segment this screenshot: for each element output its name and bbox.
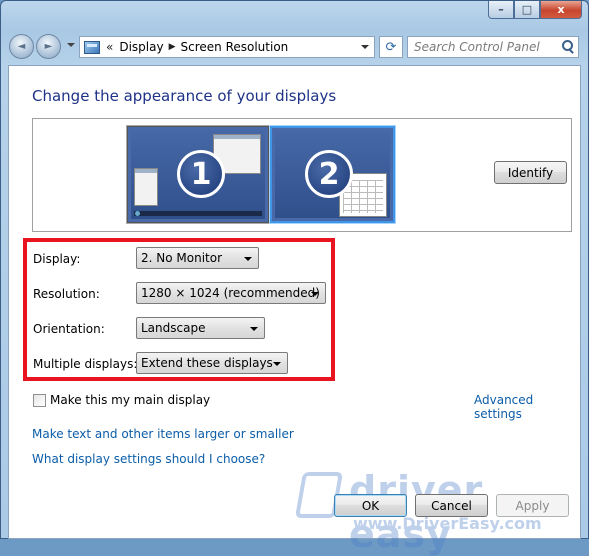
ok-label: OK [361, 498, 380, 513]
multiple-displays-select-value: Extend these displays [141, 356, 273, 370]
back-arrow-icon: ◄ [17, 41, 26, 52]
back-button[interactable]: ◄ [9, 34, 34, 59]
minimize-button[interactable]: – [488, 1, 514, 19]
ok-button[interactable]: OK [334, 494, 407, 517]
forward-arrow-icon: ► [44, 41, 53, 52]
maximize-icon: □ [521, 3, 533, 16]
address-overflow-chevron[interactable]: « [106, 40, 113, 54]
search-box[interactable]: Search Control Panel [407, 36, 579, 58]
display-preview: 1 2 Identify [32, 118, 572, 232]
monitor-2-number: 2 [305, 150, 353, 198]
monitor-2-desktop: 2 [275, 131, 390, 218]
address-dropdown-icon[interactable] [356, 37, 374, 57]
mini-taskbar [134, 211, 262, 216]
advanced-settings-link[interactable]: Advanced settings [474, 393, 580, 421]
maximize-button[interactable]: □ [514, 1, 540, 19]
display-select-value: 2. No Monitor [141, 251, 223, 265]
main-display-checkbox[interactable] [33, 394, 46, 407]
minimize-icon: – [498, 3, 504, 16]
text-size-link[interactable]: Make text and other items larger or smal… [32, 427, 294, 441]
apply-label: Apply [515, 498, 550, 513]
monitor-1[interactable]: 1 [126, 125, 270, 224]
orientation-select[interactable]: Landscape [136, 317, 265, 339]
display-help-link[interactable]: What display settings should I choose? [32, 452, 265, 466]
cancel-label: Cancel [431, 498, 472, 513]
close-icon: x [557, 3, 565, 16]
refresh-button[interactable]: ⟳ [379, 36, 403, 58]
apply-button[interactable]: Apply [496, 494, 569, 517]
monitor-1-number: 1 [177, 150, 225, 198]
chevron-down-icon [244, 257, 252, 261]
search-input[interactable]: Search Control Panel [414, 40, 558, 54]
monitor-2[interactable]: 2 [270, 126, 395, 223]
monitor-1-desktop: 1 [131, 130, 265, 219]
resolution-select[interactable]: 1280 × 1024 (recommended) [136, 282, 326, 304]
forward-button[interactable]: ► [36, 34, 61, 59]
start-orb-icon [135, 211, 140, 216]
main-display-label[interactable]: Make this my main display [50, 393, 210, 407]
display-label: Display: [33, 252, 81, 266]
identify-button[interactable]: Identify [494, 161, 567, 184]
breadcrumb-display[interactable]: Display [119, 40, 163, 54]
recent-pages-dropdown[interactable] [67, 43, 75, 47]
orientation-select-value: Landscape [141, 321, 206, 335]
mini-sidebar-icon [134, 168, 158, 206]
content-pane: Change the appearance of your displays 1… [8, 65, 581, 556]
caption-buttons: – □ x [488, 1, 582, 19]
chevron-down-icon [273, 362, 281, 366]
address-bar[interactable]: « Display ▶ Screen Resolution [79, 36, 375, 58]
breadcrumb-screen-resolution[interactable]: Screen Resolution [181, 40, 289, 54]
resolution-select-value: 1280 × 1024 (recommended) [141, 286, 320, 300]
screen-resolution-window: – □ x ◄ ► « Display ▶ Screen Resolution … [0, 0, 589, 556]
orientation-label: Orientation: [33, 322, 105, 336]
refresh-icon: ⟳ [385, 39, 397, 55]
multiple-displays-label: Multiple displays: [33, 357, 138, 371]
chevron-down-icon [250, 327, 258, 331]
page-title: Change the appearance of your displays [32, 87, 337, 105]
display-select[interactable]: 2. No Monitor [136, 247, 259, 269]
multiple-displays-select[interactable]: Extend these displays [136, 352, 288, 374]
search-icon[interactable] [558, 37, 578, 57]
identify-label: Identify [507, 165, 554, 180]
breadcrumb-arrow-icon[interactable]: ▶ [169, 42, 176, 52]
close-button[interactable]: x [540, 1, 582, 19]
resolution-label: Resolution: [33, 287, 100, 301]
control-panel-icon [84, 40, 100, 54]
chevron-down-icon [311, 292, 319, 296]
navigation-bar: ◄ ► « Display ▶ Screen Resolution ⟳ Sear… [7, 31, 582, 61]
cancel-button[interactable]: Cancel [415, 494, 488, 517]
